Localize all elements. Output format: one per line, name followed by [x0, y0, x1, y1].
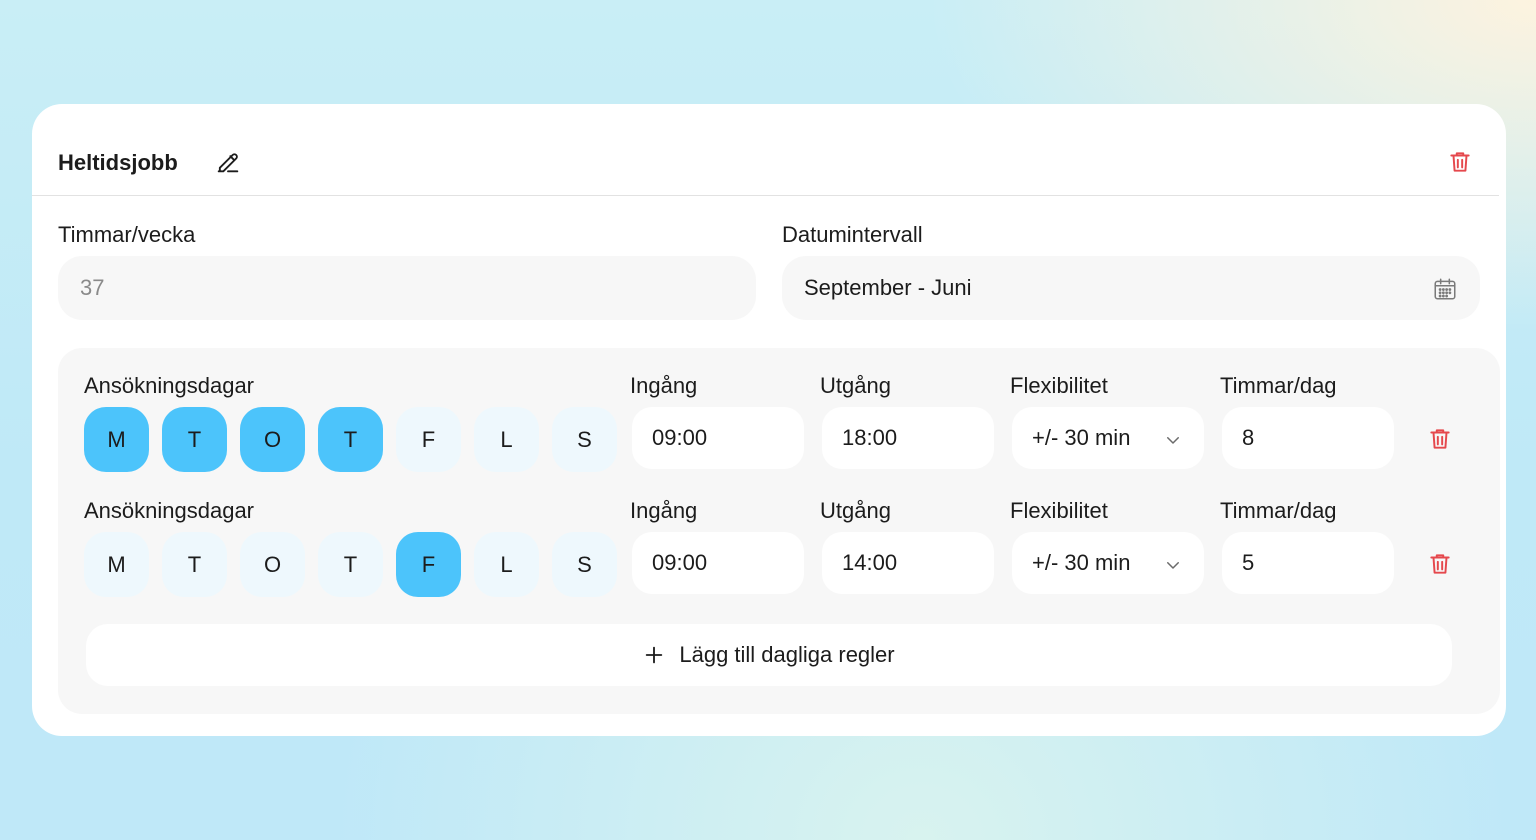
- edit-icon[interactable]: [214, 148, 242, 176]
- end-time-label: Utgång: [820, 373, 891, 398]
- day-toggle-thursday[interactable]: T: [318, 532, 383, 597]
- schedule-card: Heltidsjobb Timmar/vecka 37 Datuminterva…: [32, 104, 1506, 736]
- date-range-input[interactable]: September - Juni: [782, 256, 1480, 320]
- day-toggle-tuesday[interactable]: T: [162, 407, 227, 472]
- day-toggle-saturday[interactable]: L: [474, 532, 539, 597]
- start-time-value: 09:00: [652, 550, 708, 575]
- daily-rules-panel: Ansökningsdagar M T O T F L S Ingång 09:…: [58, 348, 1500, 714]
- hours-day-value: 8: [1242, 425, 1255, 450]
- flexibility-value: +/- 30 min: [1032, 550, 1131, 575]
- day-toggle-monday[interactable]: M: [84, 532, 149, 597]
- days-label: Ansökningsdagar: [84, 373, 255, 398]
- flexibility-select[interactable]: +/- 30 min: [1012, 407, 1204, 469]
- hours-day-label: Timmar/dag: [1220, 373, 1337, 398]
- daily-rule-row: Ansökningsdagar M T O T F L S Ingång 09:…: [58, 348, 1500, 472]
- end-time-value: 18:00: [842, 425, 898, 450]
- day-toggle-monday[interactable]: M: [84, 407, 149, 472]
- trash-icon[interactable]: [1447, 149, 1473, 175]
- start-time-label: Ingång: [630, 373, 698, 398]
- hours-day-input[interactable]: 8: [1222, 407, 1394, 469]
- trash-icon[interactable]: [1427, 551, 1453, 577]
- hours-day-value: 5: [1242, 550, 1255, 575]
- day-toggle-friday[interactable]: F: [396, 407, 461, 472]
- add-daily-rule-label: Lägg till dagliga regler: [679, 642, 895, 667]
- end-time-input[interactable]: 18:00: [822, 407, 994, 469]
- day-toggle-sunday[interactable]: S: [552, 532, 617, 597]
- day-toggle-wednesday[interactable]: O: [240, 407, 305, 472]
- add-daily-rule-button[interactable]: Lägg till dagliga regler: [86, 624, 1452, 686]
- hours-week-input[interactable]: 37: [58, 256, 756, 320]
- plus-icon: [643, 644, 665, 666]
- start-time-input[interactable]: 09:00: [632, 532, 804, 594]
- day-toggle-sunday[interactable]: S: [552, 407, 617, 472]
- chevron-down-icon: [1164, 429, 1182, 447]
- day-toggle-thursday[interactable]: T: [318, 407, 383, 472]
- end-time-value: 14:00: [842, 550, 898, 575]
- start-time-value: 09:00: [652, 425, 708, 450]
- day-toggle-friday[interactable]: F: [396, 532, 461, 597]
- day-toggle-saturday[interactable]: L: [474, 407, 539, 472]
- daily-rule-row: Ansökningsdagar M T O T F L S Ingång 09:…: [58, 473, 1500, 597]
- calendar-icon[interactable]: [1432, 276, 1458, 302]
- start-time-label: Ingång: [630, 498, 698, 523]
- card-header: Heltidsjobb: [32, 104, 1499, 196]
- day-toggle-wednesday[interactable]: O: [240, 532, 305, 597]
- card-title: Heltidsjobb: [58, 150, 178, 175]
- start-time-input[interactable]: 09:00: [632, 407, 804, 469]
- hours-week-label: Timmar/vecka: [58, 222, 196, 247]
- day-toggle-tuesday[interactable]: T: [162, 532, 227, 597]
- hours-day-label: Timmar/dag: [1220, 498, 1337, 523]
- flexibility-select[interactable]: +/- 30 min: [1012, 532, 1204, 594]
- chevron-down-icon: [1164, 554, 1182, 572]
- days-label: Ansökningsdagar: [84, 498, 255, 523]
- date-range-value: September - Juni: [804, 275, 972, 300]
- flexibility-label: Flexibilitet: [1010, 373, 1108, 398]
- end-time-input[interactable]: 14:00: [822, 532, 994, 594]
- hours-week-value: 37: [80, 275, 105, 300]
- flexibility-value: +/- 30 min: [1032, 425, 1131, 450]
- end-time-label: Utgång: [820, 498, 891, 523]
- date-range-label: Datumintervall: [782, 222, 923, 247]
- hours-day-input[interactable]: 5: [1222, 532, 1394, 594]
- flexibility-label: Flexibilitet: [1010, 498, 1108, 523]
- trash-icon[interactable]: [1427, 426, 1453, 452]
